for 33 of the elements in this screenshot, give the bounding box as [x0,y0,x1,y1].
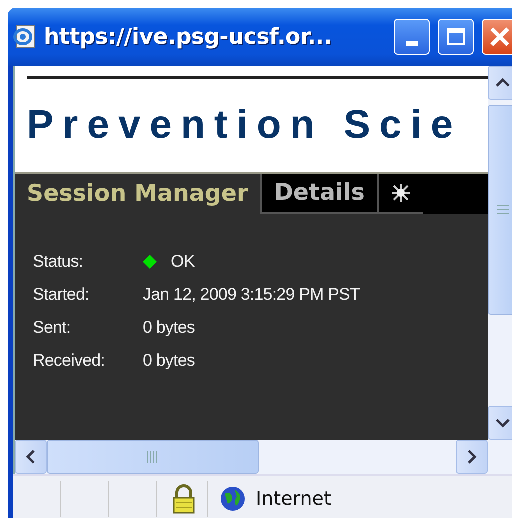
chevron-down-icon [496,418,510,428]
maximize-button[interactable] [438,19,474,55]
window-title: https://ive.psg-ucsf.or... [44,24,332,50]
field-value: OK [171,252,195,272]
field-label: Started: [33,285,90,305]
field-value: 0 bytes [143,351,196,371]
scroll-up-button[interactable] [488,66,512,100]
sparkle-icon [391,183,411,203]
chevron-up-icon [496,78,510,88]
globe-icon [220,486,246,512]
security-zone: Internet [256,488,332,510]
field-label: Status: [33,252,84,272]
scroll-right-button[interactable] [456,440,488,474]
field-value: Jan 12, 2009 3:15:29 PM PST [143,285,361,305]
site-heading: Prevention Scie [27,103,462,148]
close-icon [489,26,511,48]
field-value: 0 bytes [143,318,196,338]
browser-icon [12,24,38,50]
scroll-left-button[interactable] [15,440,47,474]
tab[interactable]: Session Manager [15,174,260,214]
chevron-left-icon [26,450,36,464]
maximize-icon [446,27,466,47]
chevron-right-icon [467,450,477,464]
field-label: Sent: [33,318,72,338]
field-label: Received: [33,351,106,371]
close-button[interactable] [482,19,512,55]
scrollbar-thumb[interactable] [488,105,512,315]
scroll-down-button[interactable] [488,406,512,440]
tab[interactable] [377,174,423,214]
minimize-icon [406,40,418,46]
minimize-button[interactable] [394,19,430,55]
scrollbar-thumb[interactable] [47,440,259,474]
tab[interactable]: Details [260,174,377,214]
